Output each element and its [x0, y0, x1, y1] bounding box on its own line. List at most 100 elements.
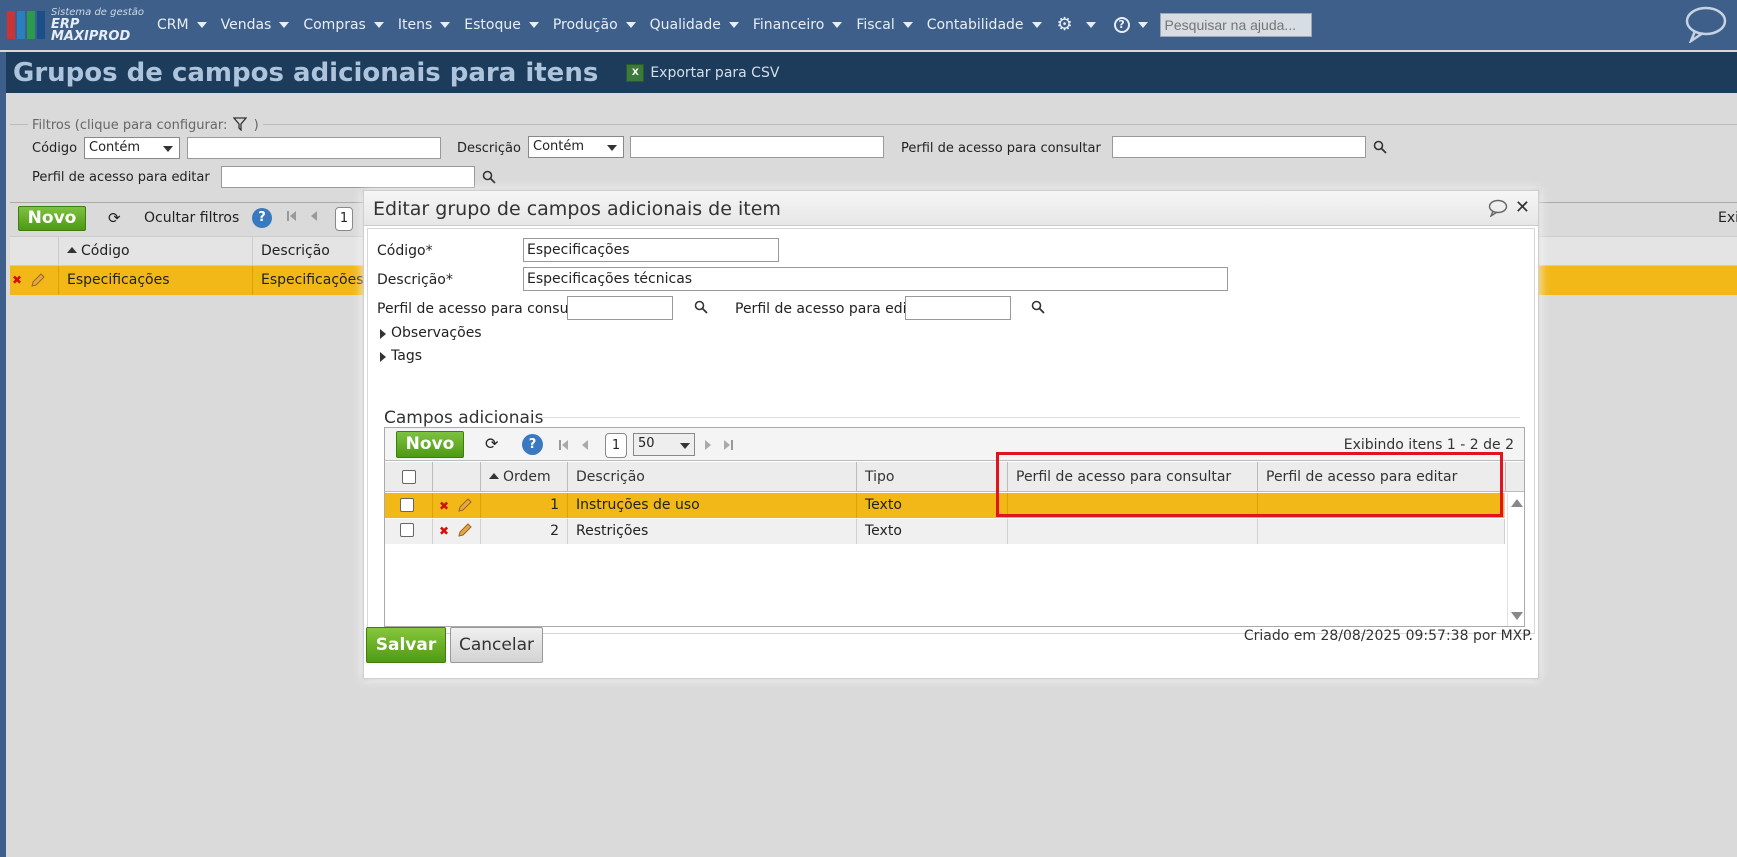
help-icon[interactable]: ?	[522, 434, 543, 455]
row-descricao: Instruções de uso	[568, 493, 857, 518]
column-descricao[interactable]: Descrição	[568, 462, 857, 492]
delete-icon[interactable]: ✖	[12, 273, 22, 287]
previous-page-icon[interactable]	[582, 440, 588, 450]
menu-help[interactable]: ?	[1102, 17, 1148, 33]
codigo-input[interactable]: Especificações	[523, 238, 779, 262]
row-perfil-consultar[interactable]	[1008, 519, 1258, 544]
comment-icon[interactable]	[1488, 199, 1508, 217]
edit-icon[interactable]	[457, 497, 473, 513]
chevron-down-icon	[528, 22, 539, 28]
select-all-column	[385, 462, 433, 492]
filters-panel: Filtros (clique para configurar: ) Códig…	[10, 117, 1737, 196]
menu-crm[interactable]: CRM	[157, 17, 207, 33]
filter-codigo-input[interactable]	[187, 137, 441, 159]
edit-dialog: Editar grupo de campos adicionais de ite…	[363, 190, 1539, 679]
filters-legend[interactable]: Filtros (clique para configurar: )	[28, 117, 263, 133]
perfil-editar-input[interactable]	[905, 296, 1011, 320]
menu-financeiro[interactable]: Financeiro	[753, 17, 843, 33]
filter-perfil-editar-label: Perfil de acesso para editar	[32, 170, 210, 185]
chevron-down-icon	[902, 22, 913, 28]
first-page-icon[interactable]	[287, 211, 289, 221]
export-csv-button[interactable]: X Exportar para CSV	[626, 63, 779, 82]
menu-contabilidade[interactable]: Contabilidade	[927, 17, 1042, 33]
menu-settings[interactable]: ⚙	[1056, 16, 1096, 34]
menu-compras[interactable]: Compras	[303, 17, 384, 33]
column-descricao[interactable]: Descrição	[253, 237, 373, 266]
top-navigation-bar: Sistema de gestão ERP MAXIPROD CRM Venda…	[0, 0, 1737, 50]
menu-producao[interactable]: Produção	[553, 17, 636, 33]
page-size-select[interactable]: 50	[633, 433, 695, 456]
page-number-input[interactable]: 1	[605, 433, 627, 458]
search-icon[interactable]	[1031, 300, 1045, 314]
select-all-checkbox[interactable]	[402, 470, 416, 484]
help-icon[interactable]: ?	[252, 208, 272, 228]
close-icon[interactable]: ✕	[1515, 197, 1530, 218]
row-ordem: 2	[481, 519, 568, 544]
chevron-down-icon	[1031, 22, 1042, 28]
search-icon[interactable]	[482, 170, 496, 184]
descricao-input[interactable]: Especificações técnicas	[523, 267, 1228, 291]
chevron-down-icon	[680, 443, 690, 449]
filter-codigo-operator[interactable]: Contém	[84, 137, 180, 159]
menu-estoque[interactable]: Estoque	[464, 17, 539, 33]
edit-icon[interactable]	[457, 522, 473, 538]
chevron-down-icon	[607, 145, 617, 151]
ocultar-filtros-button[interactable]: Ocultar filtros	[144, 210, 239, 226]
search-icon[interactable]	[694, 300, 708, 314]
novo-campo-button[interactable]: Novo	[396, 431, 464, 458]
descricao-label: Descrição*	[377, 272, 453, 288]
app-logo[interactable]: Sistema de gestão ERP MAXIPROD	[7, 7, 157, 43]
row-checkbox[interactable]	[400, 523, 414, 537]
chevron-down-icon	[1137, 22, 1148, 28]
filter-descricao-input[interactable]	[630, 136, 884, 158]
row-descricao: Restrições	[568, 519, 857, 544]
row-tipo: Texto	[857, 493, 1008, 518]
main-menu: CRM Vendas Compras Itens Estoque Produçã…	[157, 13, 1312, 37]
page-number-input[interactable]: 1	[335, 207, 353, 231]
first-page-icon[interactable]	[559, 440, 561, 450]
menu-itens[interactable]: Itens	[398, 17, 451, 33]
menu-qualidade[interactable]: Qualidade	[650, 17, 739, 33]
table-row[interactable]: ✖ 2 Restrições Texto	[385, 519, 1505, 544]
search-icon[interactable]	[1373, 140, 1387, 154]
perfil-consultar-input[interactable]	[567, 296, 673, 320]
menu-vendas[interactable]: Vendas	[221, 17, 290, 33]
chevron-down-icon	[163, 146, 173, 152]
row-codigo: Especificações	[58, 266, 253, 295]
row-checkbox[interactable]	[400, 498, 414, 512]
refresh-icon[interactable]: ⟳	[485, 434, 498, 453]
first-page-arrow	[290, 211, 296, 221]
filter-perfil-editar-input[interactable]	[221, 166, 475, 188]
cancelar-button[interactable]: Cancelar	[450, 627, 543, 663]
vertical-scrollbar[interactable]	[1507, 493, 1524, 626]
chevron-down-icon	[373, 22, 384, 28]
chat-icon[interactable]	[1685, 5, 1727, 43]
next-page-icon[interactable]	[705, 440, 711, 450]
chevron-down-icon	[728, 22, 739, 28]
column-ordem[interactable]: Ordem	[481, 462, 568, 492]
novo-button[interactable]: Novo	[18, 206, 86, 231]
chevron-down-icon	[196, 22, 207, 28]
excel-icon: X	[626, 63, 645, 82]
column-tipo[interactable]: Tipo	[857, 462, 1008, 492]
page-title: Grupos de campos adicionais para itens	[13, 57, 599, 88]
menu-fiscal[interactable]: Fiscal	[856, 17, 913, 33]
chevron-down-icon	[625, 22, 636, 28]
column-codigo[interactable]: Código	[58, 237, 253, 266]
chevron-down-icon	[1085, 22, 1096, 28]
refresh-icon[interactable]: ⟳	[108, 209, 121, 227]
help-search-input[interactable]	[1159, 13, 1312, 37]
delete-icon[interactable]: ✖	[439, 499, 449, 513]
dialog-header: Editar grupo de campos adicionais de ite…	[364, 191, 1538, 226]
scroll-down-icon[interactable]	[1511, 612, 1523, 620]
scroll-up-icon[interactable]	[1511, 499, 1523, 507]
delete-icon[interactable]: ✖	[439, 524, 449, 538]
filter-perfil-consultar-input[interactable]	[1112, 136, 1366, 158]
previous-page-icon[interactable]	[311, 211, 317, 221]
last-page-icon[interactable]	[724, 440, 730, 450]
filter-descricao-operator[interactable]: Contém	[528, 136, 624, 158]
row-perfil-editar[interactable]	[1258, 519, 1505, 544]
salvar-button[interactable]: Salvar	[366, 627, 446, 663]
grid-info-partial: Exi	[1718, 210, 1737, 226]
edit-icon[interactable]	[30, 272, 46, 288]
